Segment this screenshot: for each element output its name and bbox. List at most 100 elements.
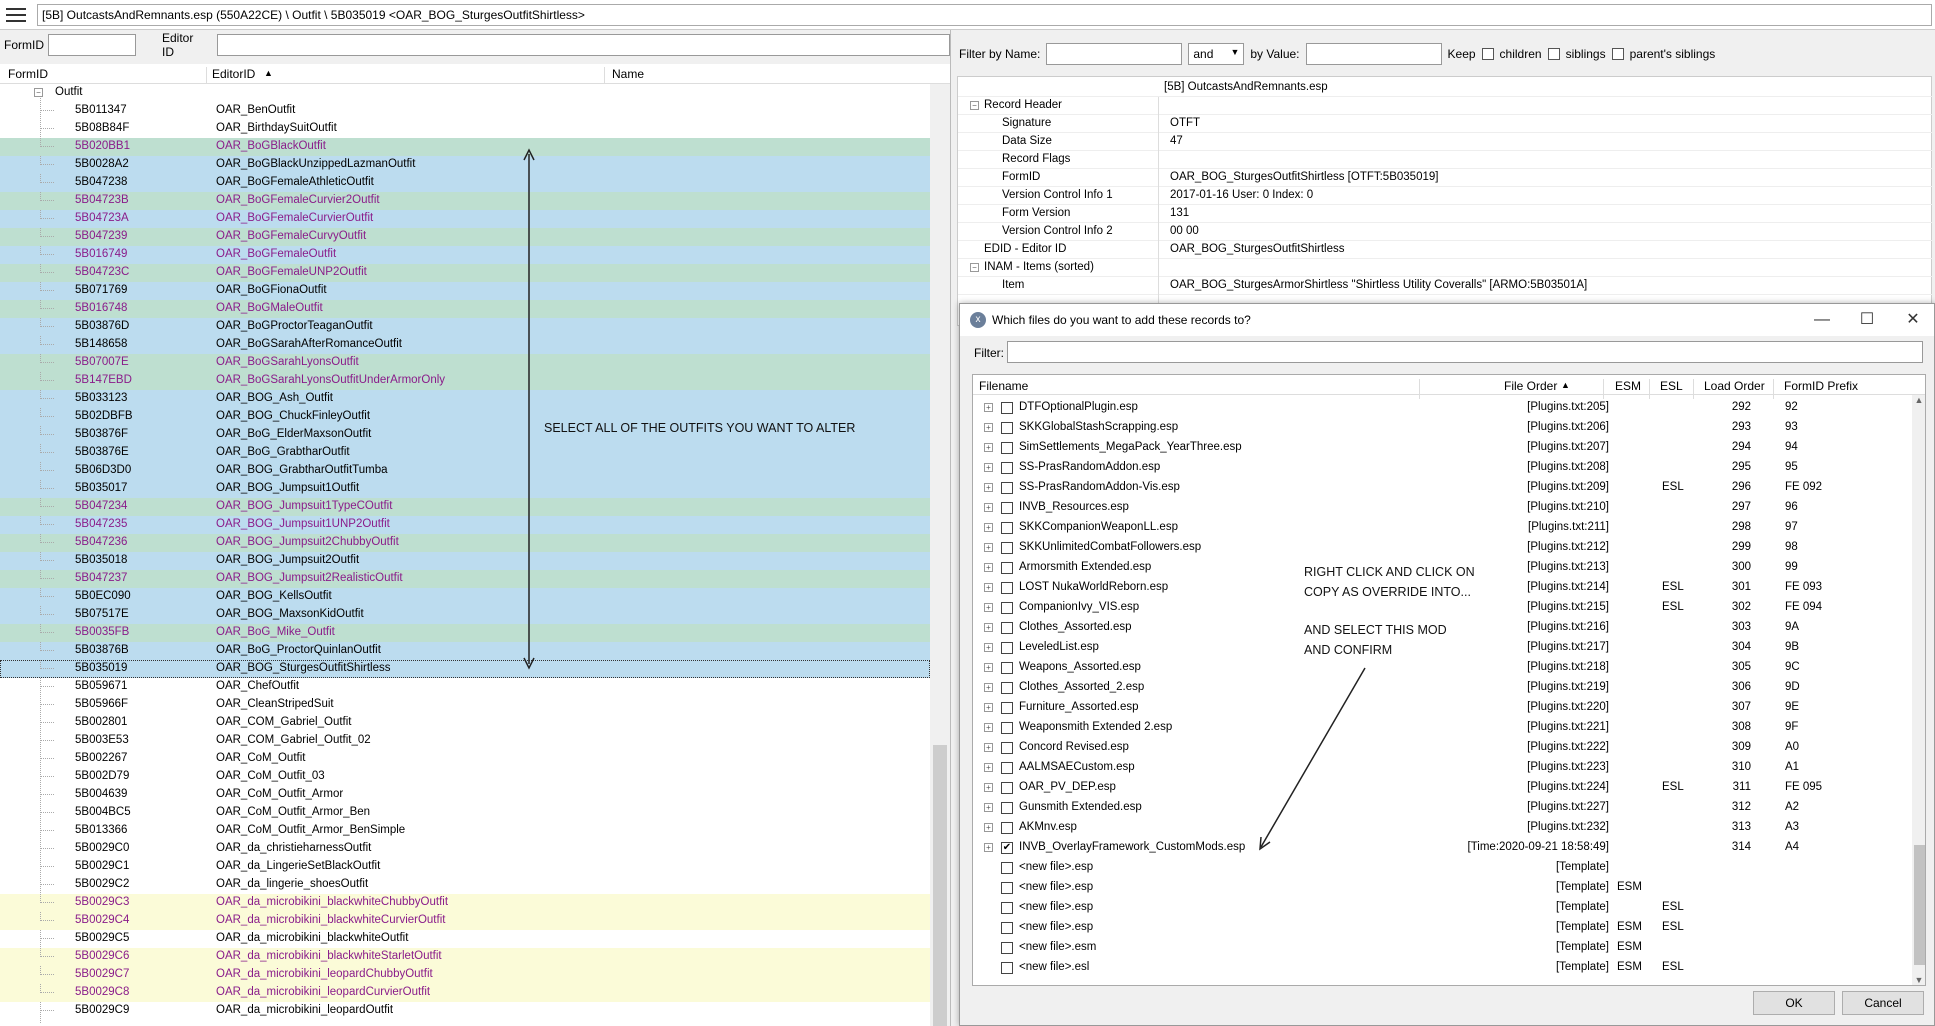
file-row[interactable]: + SimSettlements_MegaPack_YearThree.esp [P… — [973, 438, 1909, 458]
expand-icon[interactable]: + — [984, 503, 993, 512]
expand-icon[interactable]: + — [984, 403, 993, 412]
table-row[interactable]: 5B06D3D0 OAR_BOG_GrabtharOutfitTumba — [0, 462, 930, 480]
table-row[interactable]: 5B04723B OAR_BoGFemaleCurvier2Outfit — [0, 192, 930, 210]
table-row[interactable]: 5B071769 OAR_BoGFionaOutfit — [0, 282, 930, 300]
table-row[interactable]: 5B03876D OAR_BoGProctorTeaganOutfit — [0, 318, 930, 336]
minimize-icon[interactable]: — — [1809, 308, 1835, 332]
file-row[interactable]: <new file>.esm [Template] ESM — [973, 938, 1909, 958]
file-row[interactable]: + AALMSAECustom.esp [Plugins.txt:223] 310 A1 — [973, 758, 1909, 778]
file-checkbox[interactable] — [1001, 802, 1013, 814]
file-row[interactable]: <new file>.esp [Template] ESM ESL — [973, 918, 1909, 938]
file-checkbox[interactable] — [1001, 722, 1013, 734]
expand-icon[interactable]: + — [984, 823, 993, 832]
table-row[interactable]: 5B002267 OAR_CoM_Outfit — [0, 750, 930, 768]
file-row[interactable]: <new file>.esp [Template] — [973, 858, 1909, 878]
expand-icon[interactable]: + — [984, 423, 993, 432]
table-row[interactable]: 5B0029C9 OAR_da_microbikini_leopardOutfit — [0, 1002, 930, 1020]
table-row[interactable]: 5B0029C5 OAR_da_microbikini_blackwhiteOut… — [0, 930, 930, 948]
file-checkbox[interactable] — [1001, 762, 1013, 774]
file-row[interactable]: + DTFOptionalPlugin.esp [Plugins.txt:205] 2… — [973, 398, 1909, 418]
ok-button[interactable]: OK — [1753, 991, 1835, 1015]
record-row[interactable]: − INAM - Items (sorted) — [958, 259, 1933, 277]
table-row[interactable]: 5B003E53 OAR_COM_Gabriel_Outfit_02 — [0, 732, 930, 750]
record-view[interactable]: [5B] OutcastsAndRemnants.esp − Record Hea… — [957, 76, 1933, 326]
record-row[interactable]: Version Control Info 1 2017-01-16 User: 0… — [958, 187, 1933, 205]
record-row[interactable]: EDID - Editor ID OAR_BOG_SturgesOutfitShi… — [958, 241, 1933, 259]
table-row[interactable]: 5B0029C7 OAR_da_microbikini_leopardChubby… — [0, 966, 930, 984]
table-row[interactable]: 5B047238 OAR_BoGFemaleAthleticOutfit — [0, 174, 930, 192]
file-checkbox[interactable] — [1001, 442, 1013, 454]
file-checkbox[interactable] — [1001, 662, 1013, 674]
file-row[interactable]: <new file>.esp [Template] ESM — [973, 878, 1909, 898]
cancel-button[interactable]: Cancel — [1842, 991, 1924, 1015]
file-row[interactable]: + ✔ INVB_OverlayFramework_CustomMods.esp [T… — [973, 838, 1909, 858]
table-row[interactable]: 5B035017 OAR_BOG_Jumpsuit1Outfit — [0, 480, 930, 498]
table-row[interactable]: 5B004639 OAR_CoM_Outfit_Armor — [0, 786, 930, 804]
table-row[interactable]: 5B047234 OAR_BOG_Jumpsuit1TypeCOutfit — [0, 498, 930, 516]
file-checkbox[interactable] — [1001, 862, 1013, 874]
record-row[interactable]: Item OAR_BOG_SturgesArmorShirtless "Shirt… — [958, 277, 1933, 295]
collapse-icon[interactable]: − — [34, 88, 43, 97]
expand-icon[interactable]: + — [984, 443, 993, 452]
expand-icon[interactable]: + — [984, 803, 993, 812]
table-row[interactable]: 5B0028A2 OAR_BoGBlackUnzippedLazmanOutfit — [0, 156, 930, 174]
file-checkbox[interactable] — [1001, 582, 1013, 594]
column-name[interactable]: Name — [612, 67, 644, 81]
file-row[interactable]: + Clothes_Assorted_2.esp [Plugins.txt:219]… — [973, 678, 1909, 698]
table-row[interactable]: 5B0029C8 OAR_da_microbikini_leopardCurvie… — [0, 984, 930, 1002]
expand-icon[interactable]: + — [984, 663, 993, 672]
table-row[interactable]: 5B047239 OAR_BoGFemaleCurvyOutfit — [0, 228, 930, 246]
keep-parents-siblings-checkbox[interactable] — [1611, 48, 1624, 60]
expand-icon[interactable]: + — [984, 683, 993, 692]
expand-icon[interactable]: + — [984, 743, 993, 752]
table-row[interactable]: 5B03876E OAR_BoG_GrabtharOutfit — [0, 444, 930, 462]
record-row[interactable]: Form Version 131 — [958, 205, 1933, 223]
expand-icon[interactable]: + — [984, 523, 993, 532]
table-row[interactable]: 5B08B84F OAR_BirthdaySuitOutfit — [0, 120, 930, 138]
filter-op-select[interactable]: and ▼ — [1188, 43, 1245, 65]
record-row[interactable]: Signature OTFT — [958, 115, 1933, 133]
record-row[interactable]: Record Flags — [958, 151, 1933, 169]
column-esm[interactable]: ESM — [1615, 379, 1641, 393]
file-list[interactable]: Filename File Order ▲ ESM ESL Load Order… — [972, 374, 1926, 986]
column-filename[interactable]: Filename — [979, 379, 1028, 393]
table-row[interactable]: 5B0029C3 OAR_da_microbikini_blackwhiteChu… — [0, 894, 930, 912]
file-row[interactable]: + AKMnv.esp [Plugins.txt:232] 313 A3 — [973, 818, 1909, 838]
file-checkbox[interactable] — [1001, 522, 1013, 534]
table-row[interactable]: 5B147EBD OAR_BoGSarahLyonsOutfitUnderArmo… — [0, 372, 930, 390]
file-row[interactable]: + Concord Revised.esp [Plugins.txt:222] 309… — [973, 738, 1909, 758]
file-checkbox[interactable] — [1001, 742, 1013, 754]
file-list-scroll-thumb[interactable] — [1914, 845, 1925, 965]
file-row[interactable]: + Gunsmith Extended.esp [Plugins.txt:227] 3… — [973, 798, 1909, 818]
file-checkbox[interactable] — [1001, 422, 1013, 434]
expand-icon[interactable]: + — [984, 563, 993, 572]
file-row[interactable]: + SS-PrasRandomAddon.esp [Plugins.txt:208]… — [973, 458, 1909, 478]
table-row[interactable]: 5B047236 OAR_BOG_Jumpsuit2ChubbyOutfit — [0, 534, 930, 552]
hamburger-menu-icon[interactable] — [6, 8, 26, 22]
table-row[interactable]: 5B033123 OAR_BOG_Ash_Outfit — [0, 390, 930, 408]
column-editorid[interactable]: EditorID — [212, 67, 255, 81]
table-row[interactable]: 5B07517E OAR_BOG_MaxsonKidOutfit — [0, 606, 930, 624]
file-checkbox[interactable] — [1001, 562, 1013, 574]
keep-siblings-checkbox[interactable] — [1547, 48, 1560, 60]
record-path-field[interactable]: [5B] OutcastsAndRemnants.esp (550A22CE) … — [37, 4, 1932, 26]
table-row[interactable]: 5B002D79 OAR_CoM_Outfit_03 — [0, 768, 930, 786]
close-icon[interactable]: ✕ — [1900, 308, 1926, 332]
file-row[interactable]: + Furniture_Assorted.esp [Plugins.txt:220]… — [973, 698, 1909, 718]
record-tree[interactable]: − Outfit 5B011347 OAR_BenOutfit 5B08B84F OA… — [0, 84, 930, 1026]
file-checkbox[interactable] — [1001, 462, 1013, 474]
dialog-filter-input[interactable] — [1007, 341, 1923, 363]
collapse-icon[interactable]: − — [970, 263, 979, 272]
file-row[interactable]: + SKKGlobalStashScrapping.esp [Plugins.txt… — [973, 418, 1909, 438]
keep-children-checkbox[interactable] — [1481, 48, 1494, 60]
file-checkbox[interactable] — [1001, 702, 1013, 714]
file-row[interactable]: + Weapons_Assorted.esp [Plugins.txt:218] 30… — [973, 658, 1909, 678]
file-checkbox[interactable] — [1001, 602, 1013, 614]
table-row[interactable]: 5B0EC090 OAR_BOG_KellsOutfit — [0, 588, 930, 606]
table-row[interactable]: 5B016748 OAR_BoGMaleOutfit — [0, 300, 930, 318]
expand-icon[interactable]: + — [984, 843, 993, 852]
table-row[interactable]: 5B047237 OAR_BOG_Jumpsuit2RealisticOutfit — [0, 570, 930, 588]
expand-icon[interactable]: + — [984, 703, 993, 712]
filter-name-input[interactable] — [1046, 43, 1183, 65]
table-row[interactable]: 5B0029C2 OAR_da_lingerie_shoesOutfit — [0, 876, 930, 894]
